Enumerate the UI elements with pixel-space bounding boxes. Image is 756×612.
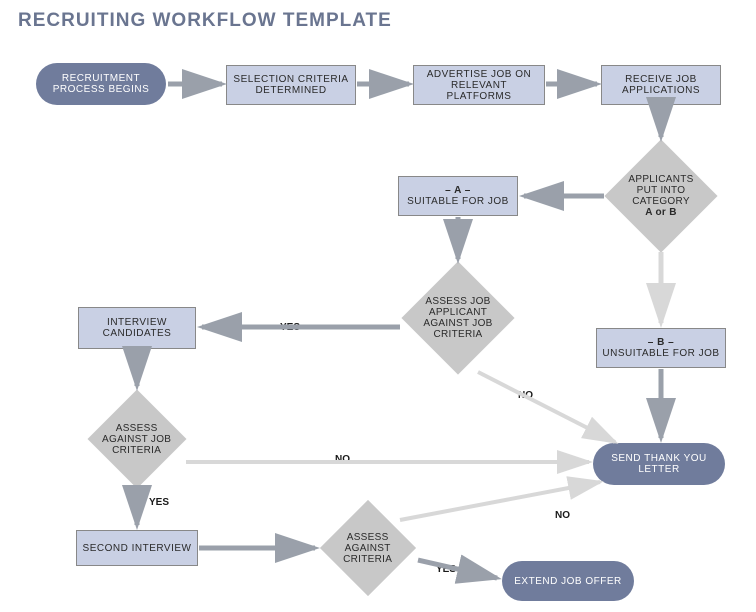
node-advertise-label: ADVERTISE JOB ON RELEVANT PLATFORMS [418,69,540,102]
edge-assess2-yes: YES [149,497,169,508]
edge-assess1-no: NO [518,390,533,401]
node-assess1-l2: APPLICANT [429,307,487,318]
node-advertise: ADVERTISE JOB ON RELEVANT PLATFORMS [413,65,545,105]
node-cat-b-l2: UNSUITABLE FOR JOB [602,348,719,359]
node-categorize-l4: A or B [645,207,676,218]
node-assess1-l1: ASSESS JOB [425,296,490,307]
node-interview: INTERVIEW CANDIDATES [78,307,196,349]
arrow-assess3-offer [418,560,497,578]
node-offer: EXTEND JOB OFFER [502,561,634,601]
node-assess1: ASSESS JOB APPLICANT AGAINST JOB CRITERI… [401,261,514,374]
node-thankyou-label: SEND THANK YOU LETTER [601,453,717,475]
node-cat-a-l2: SUITABLE FOR JOB [407,196,509,207]
node-cat-b: – B – UNSUITABLE FOR JOB [596,328,726,368]
node-criteria: SELECTION CRITERIA DETERMINED [226,65,356,105]
node-interview-label: INTERVIEW CANDIDATES [83,317,191,339]
node-categorize-l2: PUT INTO [637,185,686,196]
node-cat-b-l1: – B – [648,337,674,348]
node-criteria-label: SELECTION CRITERIA DETERMINED [231,74,351,96]
node-receive-label: RECEIVE JOB APPLICATIONS [606,74,716,96]
edge-assess3-no: NO [555,510,570,521]
node-offer-label: EXTEND JOB OFFER [514,576,621,587]
node-assess3-l3: CRITERIA [343,554,392,565]
node-categorize: APPLICANTS PUT INTO CATEGORY A or B [604,139,717,252]
page-title: RECRUITING WORKFLOW TEMPLATE [18,10,392,32]
node-assess2-l2: AGAINST JOB [102,434,171,445]
node-receive: RECEIVE JOB APPLICATIONS [601,65,721,105]
node-start-label: RECRUITMENT PROCESS BEGINS [44,73,158,95]
edge-assess2-no: NO [335,454,350,465]
node-categorize-label: APPLICANTS PUT INTO CATEGORY A or B [621,174,701,218]
node-categorize-l3: CATEGORY [632,196,690,207]
arrow-assess3-thankyou [400,482,600,520]
node-start: RECRUITMENT PROCESS BEGINS [36,63,166,105]
node-second: SECOND INTERVIEW [76,530,198,566]
node-thankyou: SEND THANK YOU LETTER [593,443,725,485]
node-cat-a-l1: – A – [445,185,471,196]
node-assess2: ASSESS AGAINST JOB CRITERIA [88,390,187,489]
node-categorize-l1: APPLICANTS [628,174,693,185]
node-assess1-l4: CRITERIA [433,329,482,340]
arrow-assess1-thankyou [478,372,615,442]
node-assess3: ASSESS AGAINST CRITERIA [320,500,416,596]
node-second-label: SECOND INTERVIEW [83,543,192,554]
node-assess3-label: ASSESS AGAINST CRITERIA [334,532,402,565]
node-assess2-l3: CRITERIA [112,445,161,456]
edge-assess3-yes: YES [436,564,456,575]
edge-assess1-yes: YES [280,322,300,333]
node-assess1-label: ASSESS JOB APPLICANT AGAINST JOB CRITERI… [418,296,498,340]
node-assess2-l1: ASSESS [116,423,158,434]
node-assess3-l2: AGAINST [345,543,391,554]
node-assess2-label: ASSESS AGAINST JOB CRITERIA [102,423,172,456]
node-assess1-l3: AGAINST JOB [423,318,492,329]
node-assess3-l1: ASSESS [347,532,389,543]
node-cat-a: – A – SUITABLE FOR JOB [398,176,518,216]
